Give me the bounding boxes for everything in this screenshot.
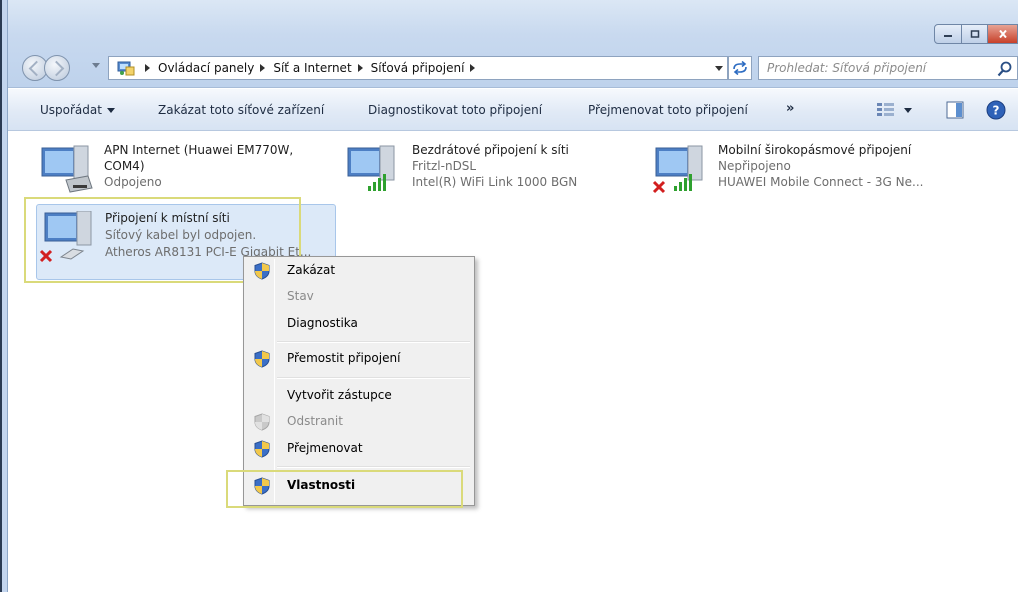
search-icon[interactable] (997, 61, 1013, 77)
close-button[interactable] (988, 24, 1018, 44)
connection-mobile-broadband[interactable]: Mobilní širokopásmové připojení Nepřipoj… (650, 142, 990, 202)
connection-name: Mobilní širokopásmové připojení (718, 143, 912, 157)
control-panel-icon (117, 61, 135, 76)
address-bar[interactable]: Ovládací panely Síť a Internet Síťová př… (108, 56, 728, 80)
search-field[interactable] (758, 56, 1018, 80)
menu-item-label: Diagnostika (287, 316, 358, 330)
preview-pane-icon[interactable] (946, 101, 964, 119)
shield-icon (254, 413, 270, 431)
window-frame-edge (0, 0, 2, 592)
more-commands-button[interactable]: » (786, 101, 794, 116)
minimize-icon (944, 35, 952, 37)
command-bar: Uspořádat Zakázat toto síťové zařízení D… (8, 89, 1018, 131)
organize-label: Uspořádat (40, 103, 102, 117)
wireless-connection-icon (347, 145, 395, 191)
menu-item-bridge[interactable]: Přemostit připojení (246, 347, 472, 371)
recent-pages-dropdown[interactable] (92, 63, 100, 68)
breadcrumb-network-internet[interactable]: Síť a Internet (273, 61, 351, 75)
menu-separator (277, 341, 470, 343)
connection-wireless[interactable]: Bezdrátové připojení k síti Fritzl-nDSL … (344, 142, 644, 202)
chevron-down-icon (106, 108, 115, 113)
menu-item-disable[interactable]: Zakázat (246, 259, 472, 283)
breadcrumb-network-connections[interactable]: Síťová připojení (371, 61, 465, 75)
connection-status: Fritzl-nDSL (412, 159, 477, 173)
mobile-broadband-icon (652, 145, 703, 194)
minimize-button[interactable] (934, 24, 962, 44)
forward-button[interactable] (44, 55, 70, 81)
menu-item-delete[interactable]: Odstranit (246, 410, 472, 434)
menu-item-label: Přemostit připojení (287, 351, 401, 365)
breadcrumb-separator[interactable] (357, 64, 363, 72)
breadcrumb-separator (145, 64, 150, 72)
change-view-icon[interactable] (876, 101, 896, 119)
connection-device: Intel(R) WiFi Link 1000 BGN (412, 175, 578, 189)
close-icon (998, 30, 1007, 38)
connection-status: Nepřipojeno (718, 159, 791, 173)
breadcrumb-separator[interactable] (260, 64, 266, 72)
svg-text:?: ? (993, 104, 1000, 118)
annotation-highlight-box (226, 470, 463, 508)
shield-icon (254, 350, 270, 368)
menu-item-label: Stav (287, 289, 314, 303)
shield-icon (254, 262, 270, 280)
breadcrumb-control-panel[interactable]: Ovládací panely (158, 61, 254, 75)
connection-device: HUAWEI Mobile Connect - 3G Ne... (718, 175, 924, 189)
connection-name: APN Internet (Huawei EM770W, (104, 143, 294, 157)
connection-name: Bezdrátové připojení k síti (412, 143, 569, 157)
maximize-button[interactable] (962, 24, 988, 44)
search-input[interactable] (767, 61, 987, 75)
diagnose-connection-button[interactable]: Diagnostikovat toto připojení (368, 103, 542, 117)
menu-item-diagnose[interactable]: Diagnostika (246, 312, 472, 336)
menu-separator (277, 377, 470, 379)
view-options-dropdown[interactable] (904, 108, 912, 113)
modem-connection-icon (41, 145, 93, 193)
address-dropdown-icon[interactable] (715, 66, 723, 71)
disable-device-button[interactable]: Zakázat toto síťové zařízení (158, 103, 324, 117)
caption-buttons (934, 24, 1018, 46)
menu-item-status[interactable]: Stav (246, 285, 472, 309)
rename-connection-button[interactable]: Přejmenovat toto připojení (588, 103, 748, 117)
menu-item-rename[interactable]: Přejmenovat (246, 437, 472, 461)
organize-menu[interactable]: Uspořádat (40, 103, 115, 117)
menu-item-label: Vytvořit zástupce (287, 388, 392, 402)
menu-separator (277, 466, 470, 468)
refresh-icon (733, 61, 747, 75)
breadcrumb-separator[interactable] (470, 64, 476, 72)
menu-item-label: Přejmenovat (287, 441, 363, 455)
menu-item-create-shortcut[interactable]: Vytvořit zástupce (246, 384, 472, 408)
connection-apn-internet[interactable]: APN Internet (Huawei EM770W, COM4) Odpoj… (36, 142, 336, 202)
menu-item-label: Odstranit (287, 414, 343, 428)
menu-item-label: Zakázat (287, 263, 336, 277)
help-icon[interactable]: ? (986, 100, 1006, 120)
context-menu: Zakázat Stav Diagnostika Přemostit připo… (243, 256, 475, 506)
connection-name-cont: COM4) (104, 159, 145, 173)
explorer-window: Ovládací panely Síť a Internet Síťová př… (0, 0, 1018, 592)
maximize-icon (970, 30, 979, 38)
refresh-button[interactable] (728, 56, 752, 80)
shield-icon (254, 440, 270, 458)
connection-status: Odpojeno (104, 175, 162, 189)
